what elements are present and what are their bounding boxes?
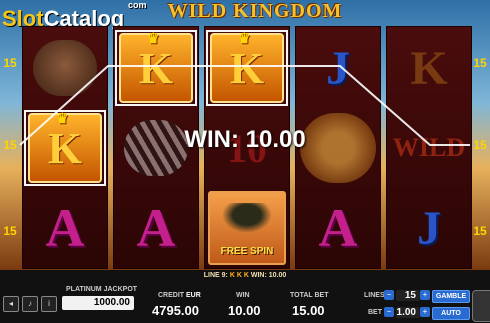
credit-value: 4795.00 — [152, 303, 199, 318]
credit-label: CREDIT EUR — [158, 292, 201, 299]
plus-icon: + — [422, 307, 428, 316]
lines-value: 15 — [396, 290, 420, 301]
spin-button[interactable] — [472, 290, 490, 322]
speaker-icon: ♪ — [28, 299, 32, 308]
total-bet-label: TOTAL BET — [290, 292, 329, 299]
bet-increase-button[interactable]: + — [420, 307, 430, 317]
play-left-icon: ◂ — [8, 299, 13, 308]
plus-icon: + — [422, 290, 428, 299]
bet-value: 1.00 — [396, 307, 420, 318]
info-button[interactable]: i — [41, 296, 57, 312]
info-icon: i — [48, 299, 50, 308]
menu-button[interactable]: ◂ — [3, 296, 19, 312]
win-overlay: WIN: 10.00 — [184, 126, 306, 153]
sound-button[interactable]: ♪ — [22, 296, 38, 312]
lines-decrease-button[interactable]: − — [384, 290, 394, 300]
lines-label: LINES — [364, 292, 385, 299]
bet-label: BET — [368, 309, 382, 316]
win-label: WIN — [236, 292, 250, 299]
jackpot-value: 1000.00 — [62, 296, 134, 310]
minus-icon: − — [386, 290, 392, 299]
lines-increase-button[interactable]: + — [420, 290, 430, 300]
win-value: 10.00 — [228, 303, 261, 318]
bet-decrease-button[interactable]: − — [384, 307, 394, 317]
winline-info: LINE 9: K K K WIN: 10.00 — [203, 272, 287, 279]
jackpot-label: PLATINUM JACKPOT — [66, 286, 138, 293]
minus-icon: − — [386, 307, 392, 316]
gamble-button[interactable]: GAMBLE — [432, 290, 470, 303]
auto-button[interactable]: AUTO — [432, 307, 470, 320]
total-bet-value: 15.00 — [292, 303, 325, 318]
